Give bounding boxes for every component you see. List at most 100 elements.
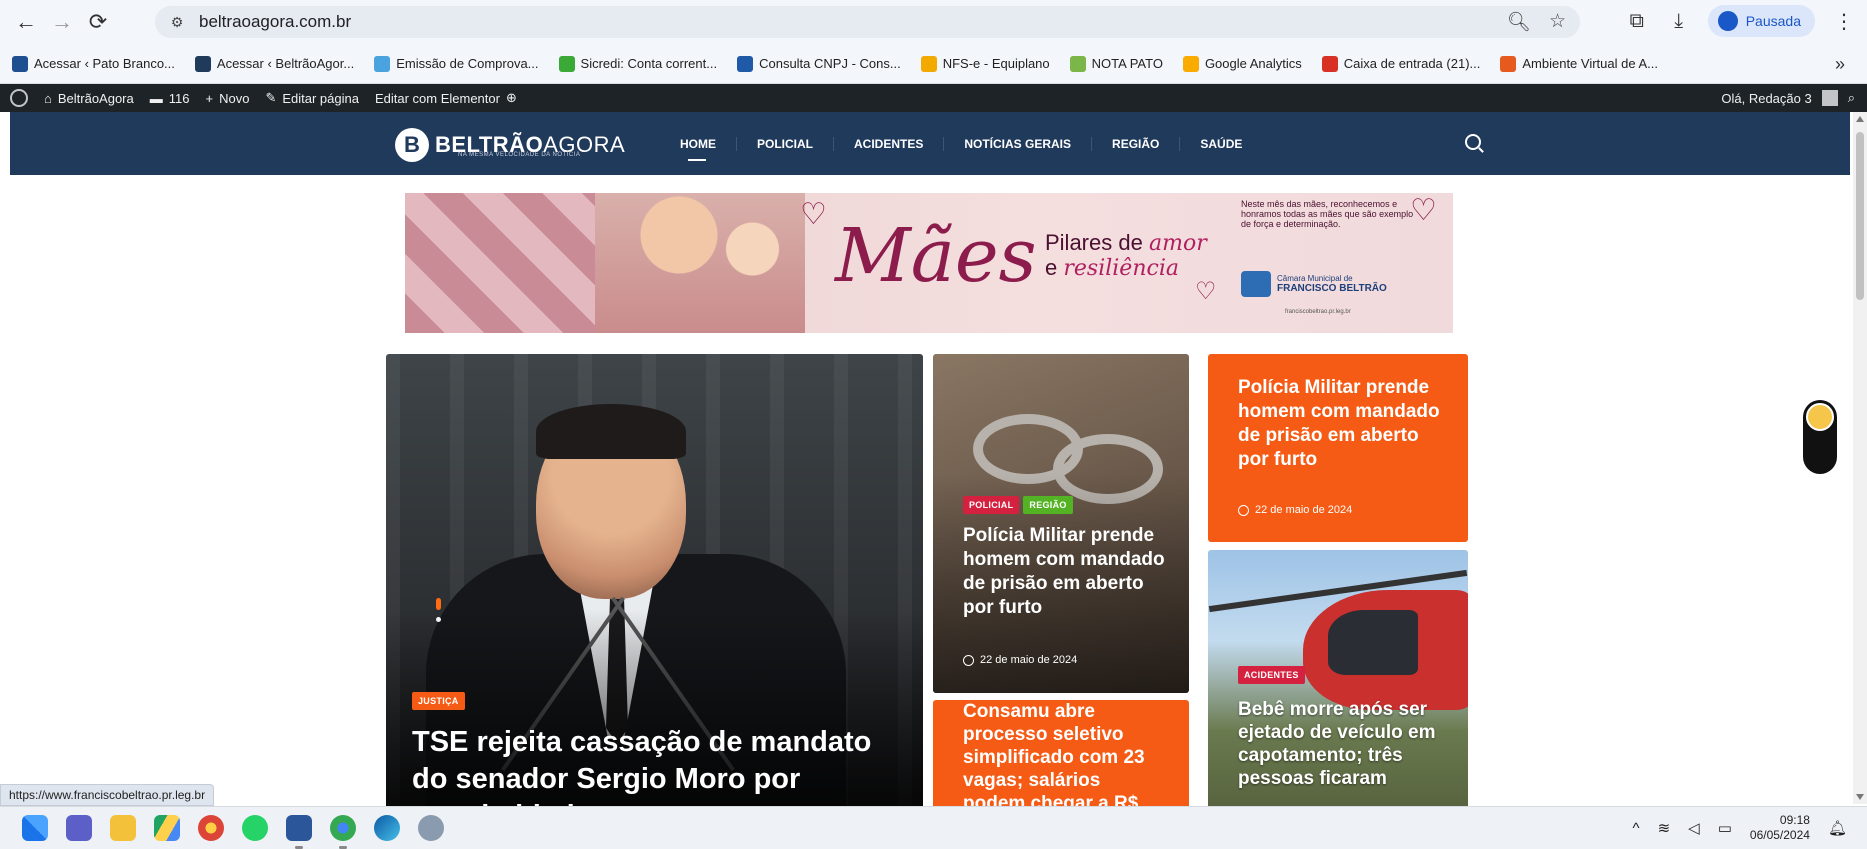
chrome-icon[interactable] [198, 815, 224, 841]
category-tag[interactable]: JUSTIÇA [412, 692, 465, 710]
address-bar[interactable]: ⚙ beltraoagora.com.br 🔍︎ ☆ [155, 6, 1580, 38]
news-card-policial[interactable]: POLICIAL REGIÃO Polícia Militar prende h… [933, 354, 1189, 693]
teams-icon[interactable] [66, 815, 92, 841]
bookmark-favicon-icon [374, 55, 391, 72]
clock-date: 06/05/2024 [1749, 828, 1810, 842]
bookmark-item[interactable]: Google Analytics [1182, 55, 1302, 72]
chrome-active-icon[interactable] [330, 815, 356, 849]
mothers-day-banner[interactable]: ♡ ♡ ♡ Mães Pilares de amor e resiliência… [405, 193, 1453, 333]
elementor-icon: ⊕ [505, 90, 517, 105]
admin-greeting[interactable]: Olá, Redação 3 [1721, 91, 1811, 106]
admin-elementor-link[interactable]: Editar com Elementor ⊕ [375, 90, 517, 106]
admin-comments-link[interactable]: ▬ 116 [150, 91, 190, 106]
scroll-thumb[interactable] [1856, 132, 1864, 300]
seal-text: Câmara Municipal de FRANCISCO BELTRÃO [1277, 274, 1387, 294]
bookmark-item[interactable]: Ambiente Virtual de A... [1500, 55, 1658, 72]
site-info-icon[interactable]: ⚙ [163, 10, 191, 34]
bookmark-label: Ambiente Virtual de A... [1522, 56, 1658, 71]
bookmark-label: Acessar ‹ Pato Branco... [34, 56, 175, 71]
banner-title: Mães [835, 213, 1037, 299]
menu-saude[interactable]: SAÚDE [1180, 137, 1262, 151]
reload-icon[interactable]: ⟳ [80, 4, 116, 40]
notification-bell-icon[interactable]: 🔔︎ [1828, 819, 1847, 837]
page-scrollbar[interactable] [1853, 112, 1867, 804]
menu-home[interactable]: HOME [660, 136, 737, 161]
banner-subtitle: Pilares de amor e resiliência [1045, 231, 1207, 281]
bookmark-item[interactable]: Acessar ‹ BeltrãoAgor... [194, 55, 354, 72]
bookmark-label: Consulta CNPJ - Cons... [759, 56, 901, 71]
news-title[interactable]: TSE rejeita cassação de mandato do senad… [412, 724, 892, 809]
download-icon[interactable]: ⤓ [1666, 10, 1692, 33]
news-title[interactable]: Consamu abre processo seletivo simplific… [963, 700, 1163, 809]
bookmark-label: Sicredi: Conta corrent... [580, 56, 718, 71]
bookmark-item[interactable]: Caixa de entrada (21)... [1321, 55, 1480, 72]
bookmark-item[interactable]: Consulta CNPJ - Cons... [737, 55, 901, 72]
menu-policial[interactable]: POLICIAL [737, 136, 834, 151]
zoom-icon[interactable]: 🔍︎ [1507, 10, 1531, 34]
news-title[interactable]: Polícia Militar prende homem com mandado… [963, 524, 1173, 620]
dark-mode-toggle[interactable] [1803, 400, 1837, 474]
banner-photo-collage [405, 193, 595, 333]
bookmark-item[interactable]: Sicredi: Conta corrent... [558, 55, 718, 72]
url-text[interactable]: beltraoagora.com.br [199, 12, 351, 32]
bookmark-favicon-icon [1182, 55, 1199, 72]
volume-icon[interactable]: ◁ [1688, 819, 1700, 837]
news-card-orange[interactable]: Polícia Militar prende homem com mandado… [1208, 354, 1468, 542]
admin-search-icon[interactable]: ⌕ [1848, 90, 1855, 106]
admin-edit-link[interactable]: ✎ Editar página [265, 90, 359, 106]
forward-icon[interactable]: → [44, 4, 80, 40]
bookmark-item[interactable]: Emissão de Comprova... [374, 55, 539, 72]
battery-icon[interactable]: ▭ [1718, 819, 1732, 837]
file-explorer-icon[interactable] [110, 815, 136, 841]
category-tag[interactable]: ACIDENTES [1238, 666, 1305, 684]
settings-gear-icon[interactable] [418, 815, 444, 841]
whatsapp-icon[interactable] [242, 815, 268, 841]
clock-icon [963, 654, 974, 666]
tray-chevron-icon[interactable]: ^ [1633, 820, 1640, 837]
menu-kebab-icon[interactable]: ⋮ [1831, 9, 1857, 34]
bookmarks-overflow-icon[interactable]: » [1835, 54, 1845, 75]
news-date: 22 de maio de 2024 [1238, 504, 1352, 516]
word-icon[interactable] [286, 815, 312, 849]
seal-name: FRANCISCO BELTRÃO [1277, 283, 1387, 294]
profile-button[interactable]: Pausada [1707, 5, 1815, 37]
bookmark-item[interactable]: Acessar ‹ Pato Branco... [12, 55, 175, 72]
search-icon[interactable] [1465, 134, 1481, 150]
admin-new-link[interactable]: + Novo [205, 91, 249, 106]
news-card-main[interactable]: JUSTIÇA TSE rejeita cassação de mandato … [386, 354, 923, 809]
scroll-down-arrow[interactable] [1856, 794, 1864, 800]
news-card-acidente[interactable]: ACIDENTES Bebê morre após ser ejetado de… [1208, 550, 1468, 809]
bookmark-item[interactable]: NFS-e - Equiplano [920, 55, 1050, 72]
news-title[interactable]: Bebê morre após ser ejetado de veículo e… [1238, 698, 1453, 790]
category-tag[interactable]: POLICIAL [963, 496, 1020, 514]
banner-mother-child-photo [595, 193, 805, 333]
link-status-bubble: https://www.franciscobeltrao.pr.leg.br [0, 784, 215, 806]
browser-toolbar: ← → ⟳ ⚙ beltraoagora.com.br 🔍︎ ☆ ⧉ ⤓ Pau… [0, 0, 1867, 44]
dashboard-icon: ⌂ [44, 90, 52, 106]
admin-site-link[interactable]: ⌂ BeltrãoAgora [44, 91, 134, 106]
category-tag[interactable]: REGIÃO [1023, 496, 1073, 514]
menu-regiao[interactable]: REGIÃO [1092, 136, 1181, 151]
edge-icon[interactable] [374, 815, 400, 841]
sun-icon [1806, 403, 1834, 431]
admin-avatar[interactable] [1821, 90, 1838, 106]
menu-noticias-gerais[interactable]: NOTÍCIAS GERAIS [944, 136, 1093, 151]
news-card-consamu[interactable]: Consamu abre processo seletivo simplific… [933, 700, 1189, 809]
windows-start-icon[interactable] [22, 815, 48, 841]
bookmark-item[interactable]: NOTA PATO [1069, 55, 1163, 72]
news-title[interactable]: Polícia Militar prende homem com mandado… [1238, 376, 1448, 472]
google-drive-icon[interactable] [154, 815, 180, 841]
wifi-icon[interactable]: ≋ [1658, 819, 1671, 837]
windows-taskbar: ^ ≋ ◁ ▭ 09:18 06/05/2024 🔔︎ [0, 806, 1867, 849]
wordpress-icon[interactable] [10, 89, 28, 107]
menu-acidentes[interactable]: ACIDENTES [834, 136, 945, 151]
bookmark-star-icon[interactable]: ☆ [1549, 10, 1566, 34]
clock[interactable]: 09:18 06/05/2024 [1750, 813, 1810, 843]
back-icon[interactable]: ← [8, 4, 44, 40]
extensions-icon[interactable]: ⧉ [1624, 10, 1650, 33]
camara-logo-icon [1241, 271, 1271, 297]
scroll-up-arrow[interactable] [1856, 116, 1864, 122]
bookmark-favicon-icon [1321, 55, 1338, 72]
bookmark-favicon-icon [558, 55, 575, 72]
site-logo[interactable]: B BELTRÃOAGORA NA MESMA VELOCIDADE DA NO… [395, 128, 625, 162]
